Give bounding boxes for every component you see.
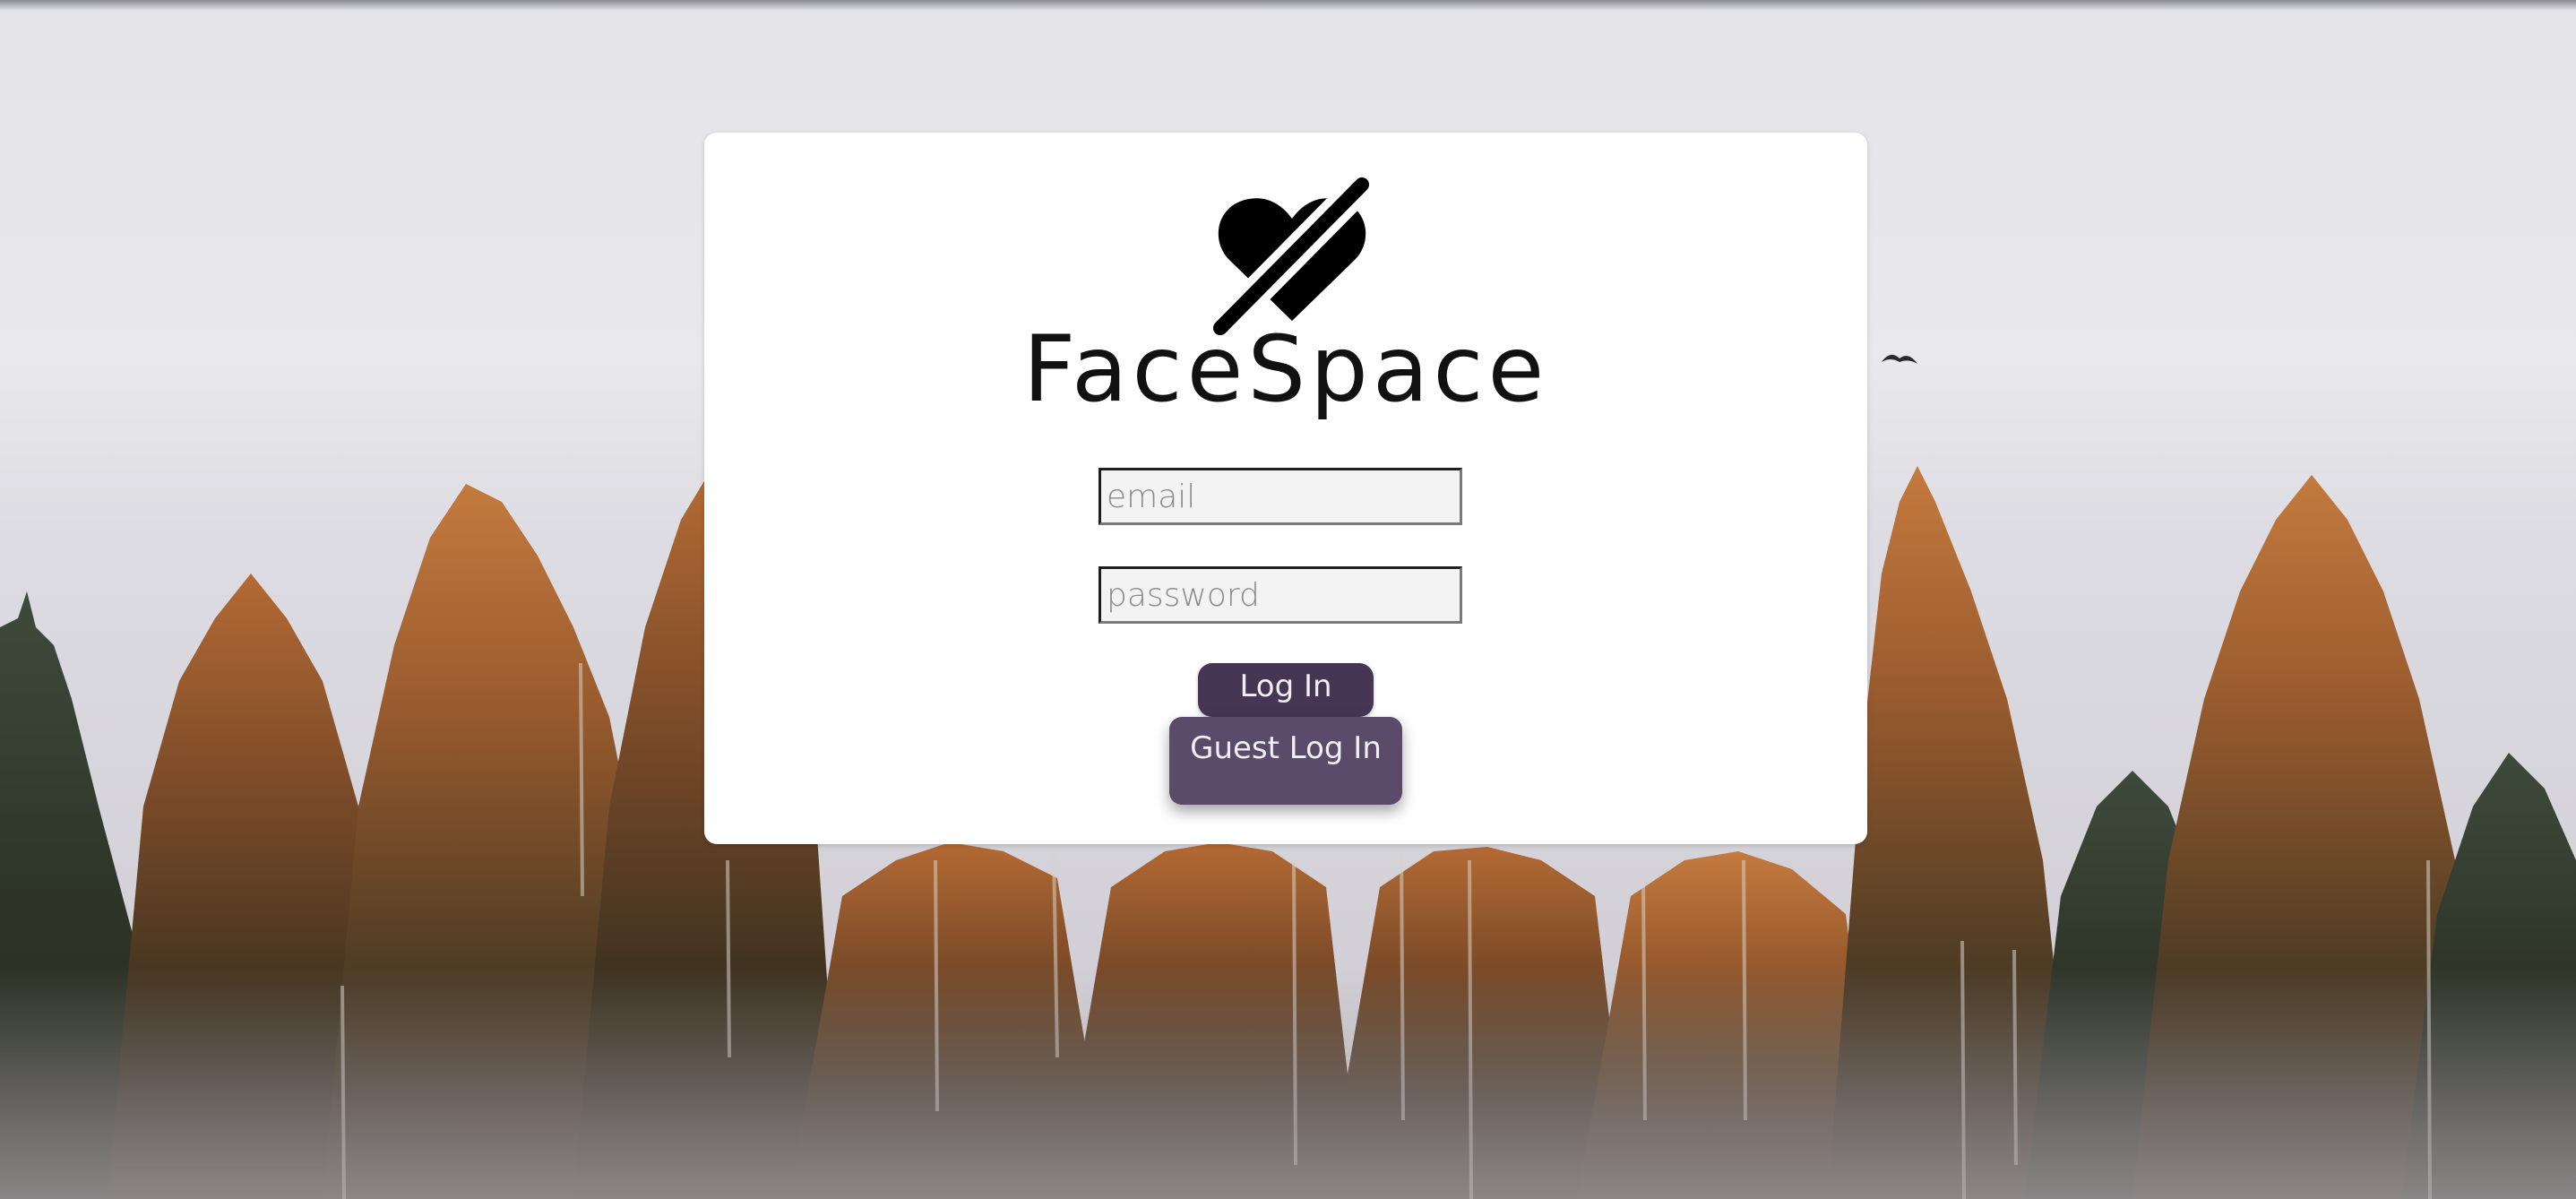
login-button[interactable]: Log In [1198, 663, 1374, 717]
login-card: FaceSpace Log In Guest Log In [704, 133, 1867, 844]
top-edge-shadow [0, 0, 2576, 11]
ground-fog [0, 966, 2576, 1199]
email-input[interactable] [1098, 468, 1462, 525]
password-input[interactable] [1098, 566, 1462, 624]
heart-slash-icon [1206, 168, 1376, 342]
brand-title: FaceSpace [1022, 316, 1549, 423]
login-page: FaceSpace Log In Guest Log In [0, 0, 2576, 1199]
bird-icon [1882, 354, 1917, 364]
guest-login-button[interactable]: Guest Log In [1169, 717, 1402, 805]
